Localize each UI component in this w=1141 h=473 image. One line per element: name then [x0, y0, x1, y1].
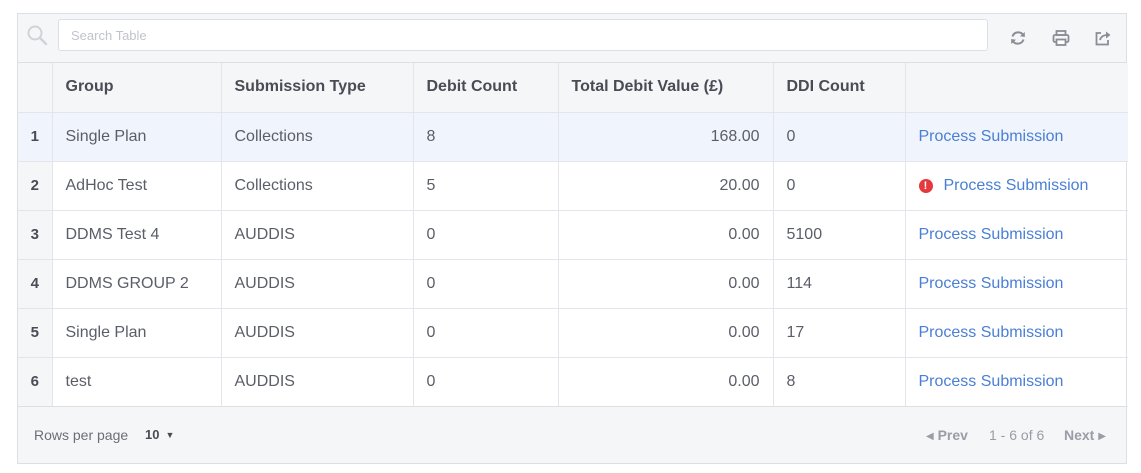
table-toolbar [18, 14, 1126, 63]
column-header-submission-type[interactable]: Submission Type [221, 63, 414, 113]
table-row[interactable]: 3 DDMS Test 4 AUDDIS 0 0.00 5100 Process Submi… [18, 210, 1128, 260]
cell-group: AdHoc Test [52, 161, 222, 211]
prev-page-button[interactable]: ◀ Prev [926, 427, 968, 443]
cell-group: DDMS GROUP 2 [52, 259, 222, 309]
cell-total-debit-value: 0.00 [558, 308, 774, 358]
cell-ddi-count: 0 [773, 112, 906, 162]
process-submission-link[interactable]: Process Submission [919, 128, 1064, 145]
warning-icon: ! [918, 178, 933, 193]
column-header-actions [905, 63, 1128, 113]
export-icon[interactable] [1093, 28, 1113, 48]
caret-left-icon: ◀ [926, 431, 934, 442]
cell-debit-count: 0 [413, 210, 559, 260]
cell-debit-count: 0 [413, 357, 559, 407]
table-row[interactable]: 2 AdHoc Test Collections 5 20.00 0! Process Su… [18, 161, 1128, 211]
cell-submission-type: AUDDIS [221, 259, 414, 309]
search-input[interactable] [58, 19, 988, 51]
cell-total-debit-value: 0.00 [558, 357, 774, 407]
column-header-ddi-count[interactable]: DDI Count [773, 63, 906, 113]
cell-submission-type: AUDDIS [221, 357, 414, 407]
table-header-row: Group Submission Type Debit Count Total … [18, 63, 1128, 113]
cell-debit-count: 0 [413, 308, 559, 358]
process-submission-link[interactable]: Process Submission [919, 275, 1064, 292]
cell-debit-count: 5 [413, 161, 559, 211]
column-header-debit-count[interactable]: Debit Count [413, 63, 559, 113]
cell-ddi-count: 17 [773, 308, 906, 358]
table-row[interactable]: 4 DDMS GROUP 2 AUDDIS 0 0.00 114 Process Submi… [18, 259, 1128, 309]
cell-group: Single Plan [52, 308, 222, 358]
cell-group: DDMS Test 4 [52, 210, 222, 260]
cell-total-debit-value: 168.00 [558, 112, 774, 162]
cell-submission-type: Collections [221, 112, 414, 162]
cell-action: Process Submission [905, 210, 1128, 260]
print-icon[interactable] [1051, 28, 1071, 48]
cell-debit-count: 8 [413, 112, 559, 162]
cell-group: test [52, 357, 222, 407]
cell-group: Single Plan [52, 112, 222, 162]
cell-total-debit-value: 0.00 [558, 259, 774, 309]
process-submission-link[interactable]: Process Submission [919, 373, 1064, 390]
index-header [18, 63, 53, 113]
submissions-table-panel: Group Submission Type Debit Count Total … [17, 13, 1128, 464]
cell-action: Process Submission [905, 112, 1128, 162]
column-header-group[interactable]: Group [52, 63, 222, 113]
row-index: 4 [18, 259, 53, 309]
cell-ddi-count: 0 [773, 161, 906, 211]
process-submission-link[interactable]: Process Submission [919, 324, 1064, 341]
rows-per-page-value: 10 [145, 427, 160, 442]
row-index: 2 [18, 161, 53, 211]
row-index: 5 [18, 308, 53, 358]
cell-submission-type: AUDDIS [221, 308, 414, 358]
cell-ddi-count: 8 [773, 357, 906, 407]
column-header-total-debit-value[interactable]: Total Debit Value (£) [558, 63, 774, 113]
process-submission-link[interactable]: Process Submission [919, 226, 1064, 243]
cell-ddi-count: 114 [773, 259, 906, 309]
row-index: 6 [18, 357, 53, 407]
next-label: Next [1064, 427, 1095, 443]
table-footer: Rows per page 10 ▼ ◀ Prev 1 - 6 of 6 Next… [18, 406, 1126, 463]
page-info: 1 - 6 of 6 [989, 427, 1045, 443]
rows-per-page-select[interactable]: 10 ▼ [145, 427, 174, 442]
row-index: 3 [18, 210, 53, 260]
row-index: 1 [18, 112, 53, 162]
cell-submission-type: AUDDIS [221, 210, 414, 260]
table-row[interactable]: 1 Single Plan Collections 8 168.00 0 Process S… [18, 112, 1128, 162]
refresh-icon[interactable] [1008, 28, 1028, 48]
cell-ddi-count: 5100 [773, 210, 906, 260]
cell-total-debit-value: 20.00 [558, 161, 774, 211]
caret-right-icon: ▶ [1098, 431, 1106, 442]
cell-action: Process Submission [905, 259, 1128, 309]
next-page-button[interactable]: Next ▶ [1064, 427, 1106, 443]
process-submission-link[interactable]: Process Submission [944, 177, 1089, 194]
cell-debit-count: 0 [413, 259, 559, 309]
rows-per-page-label: Rows per page [34, 427, 129, 443]
search-icon [26, 24, 48, 46]
cell-action: Process Submission [905, 357, 1128, 407]
table-row[interactable]: 5 Single Plan AUDDIS 0 0.00 17 Process Submiss… [18, 308, 1128, 358]
prev-label: Prev [937, 427, 968, 443]
submissions-table: Group Submission Type Debit Count Total … [18, 63, 1128, 407]
cell-action: Process Submission [905, 308, 1128, 358]
table-row[interactable]: 6 test AUDDIS 0 0.00 8 Process Submission [18, 357, 1128, 407]
cell-total-debit-value: 0.00 [558, 210, 774, 260]
caret-down-icon: ▼ [165, 430, 175, 440]
cell-submission-type: Collections [221, 161, 414, 211]
cell-action: ! Process Submission [905, 161, 1128, 211]
